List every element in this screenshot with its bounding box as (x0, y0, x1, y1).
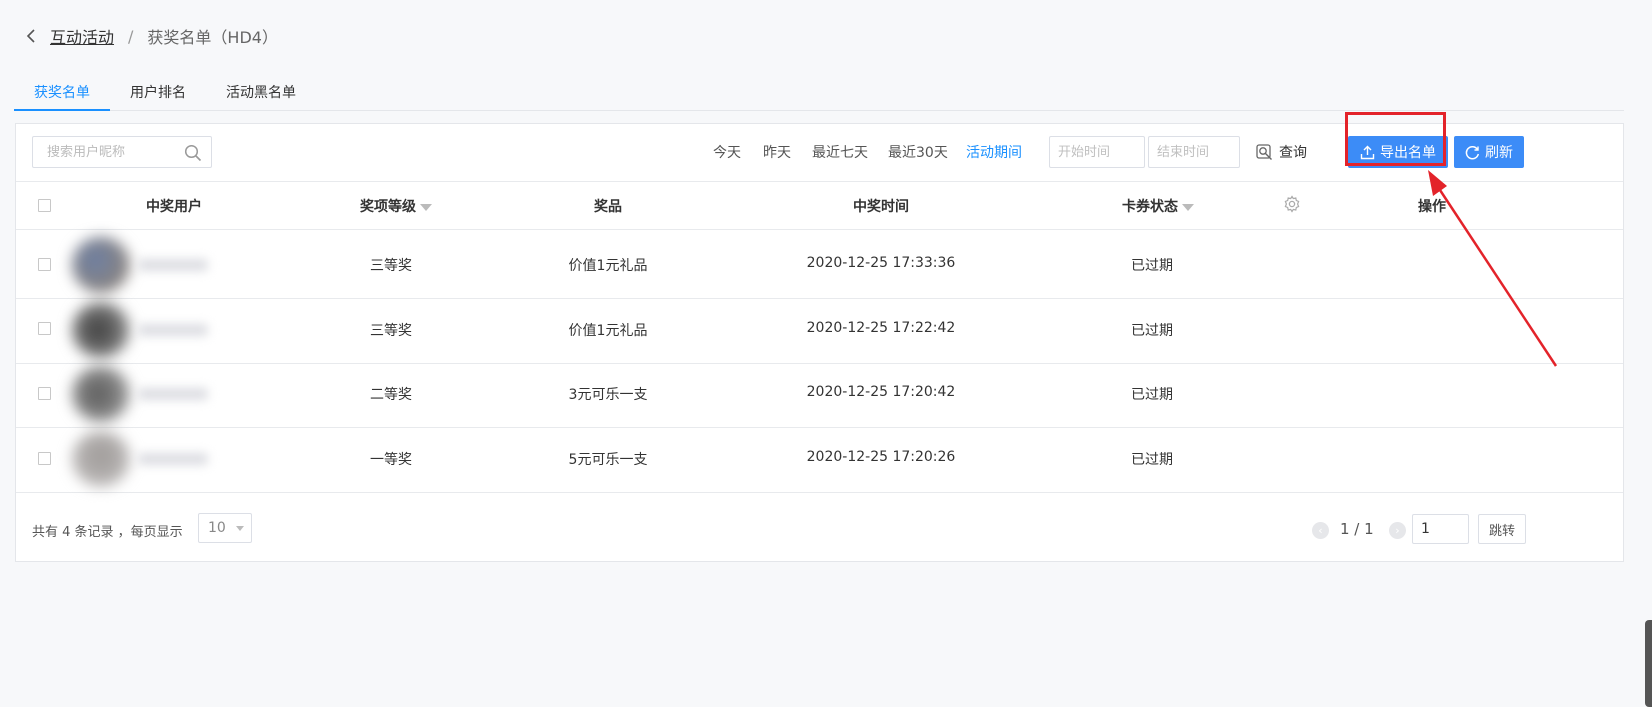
win-time: 2020-12-25 17:22:42 (806, 320, 956, 336)
row-checkbox[interactable] (38, 452, 51, 465)
table-header: 中奖用户 奖项等级 奖品 中奖时间 卡券状态 操作 (16, 182, 1623, 230)
header-actions: 操作 (1418, 199, 1446, 215)
record-count: 共有 4 条记录 ，每页显示 (32, 525, 183, 540)
header-time: 中奖时间 (853, 199, 909, 215)
breadcrumb-parent-link[interactable]: 互动活动 (50, 24, 114, 48)
header-user: 中奖用户 (146, 199, 202, 215)
header-level-label: 奖项等级 (360, 199, 416, 215)
prize-level: 二等奖 (370, 387, 412, 403)
table-row: 三等奖 价值1元礼品 2020-12-25 17:33:36 已过期 (16, 231, 1623, 299)
tab-bar: 获奖名单 用户排名 活动黑名单 (14, 78, 1624, 111)
win-time: 2020-12-25 17:33:36 (806, 255, 956, 271)
start-date-input[interactable] (1049, 136, 1145, 168)
tab-winner-list[interactable]: 获奖名单 (14, 78, 110, 111)
refresh-icon (1465, 145, 1480, 159)
avatar (72, 431, 130, 487)
range-yesterday[interactable]: 昨天 (763, 142, 791, 162)
query-search-icon (1256, 143, 1272, 160)
sort-caret-icon[interactable] (1182, 203, 1194, 211)
tab-user-ranking[interactable]: 用户排名 (110, 78, 206, 111)
prev-page-icon[interactable]: ‹ (1312, 522, 1329, 539)
range-today[interactable]: 今天 (713, 142, 741, 162)
coupon-status: 已过期 (1131, 452, 1173, 468)
avatar (72, 366, 130, 422)
row-checkbox[interactable] (38, 387, 51, 400)
refresh-button[interactable]: 刷新 (1454, 136, 1524, 168)
win-time: 2020-12-25 17:20:26 (806, 449, 956, 465)
chevron-down-icon (236, 526, 244, 531)
window-edge (1645, 620, 1652, 707)
jump-button[interactable]: 跳转 (1478, 514, 1526, 544)
next-page-icon[interactable]: › (1389, 522, 1406, 539)
gear-icon[interactable] (1282, 195, 1302, 217)
row-checkbox[interactable] (38, 322, 51, 335)
pagination-footer: 共有 4 条记录 ，每页显示 10 ‹ 1 / 1 › 跳转 (16, 499, 1623, 563)
range-last-30-days[interactable]: 最近30天 (888, 142, 948, 162)
query-button[interactable]: 查询 (1256, 136, 1307, 168)
prize-level: 三等奖 (370, 258, 412, 274)
prize-name: 价值1元礼品 (568, 323, 648, 339)
avatar (72, 302, 130, 358)
header-status[interactable]: 卡券状态 (1108, 196, 1208, 216)
page-number-input[interactable] (1412, 514, 1469, 544)
page-indicator: 1 / 1 (1340, 520, 1374, 538)
blurred-username (138, 259, 208, 271)
prize-level: 三等奖 (370, 323, 412, 339)
blurred-username (138, 324, 208, 336)
page-size-value: 10 (208, 520, 226, 536)
win-time: 2020-12-25 17:20:42 (806, 384, 956, 400)
chevron-left-icon[interactable] (26, 29, 40, 43)
select-all-checkbox[interactable] (38, 199, 51, 212)
winner-list-panel: 今天 昨天 最近七天 最近30天 活动期间 查询 导出名单 刷新 中奖用户 奖项… (15, 123, 1624, 562)
blurred-username (138, 453, 208, 465)
header-level[interactable]: 奖项等级 (346, 196, 446, 216)
prize-level: 一等奖 (370, 452, 412, 468)
header-status-label: 卡券状态 (1122, 199, 1178, 215)
sort-caret-icon[interactable] (420, 203, 432, 211)
row-checkbox[interactable] (38, 258, 51, 271)
breadcrumb-current: 获奖名单（HD4） (147, 28, 278, 47)
prize-name: 3元可乐一支 (568, 387, 648, 403)
avatar (72, 237, 130, 293)
range-last-7-days[interactable]: 最近七天 (812, 142, 868, 162)
prize-name: 5元可乐一支 (568, 452, 648, 468)
tab-blacklist[interactable]: 活动黑名单 (206, 78, 316, 111)
table-row: 三等奖 价值1元礼品 2020-12-25 17:22:42 已过期 (16, 296, 1623, 364)
coupon-status: 已过期 (1131, 387, 1173, 403)
breadcrumb: 互动活动 / 获奖名单（HD4） (26, 24, 278, 48)
annotation-highlight-box (1345, 112, 1446, 166)
blurred-username (138, 388, 208, 400)
search-icon[interactable] (184, 144, 202, 162)
breadcrumb-separator: / (128, 26, 134, 46)
prize-name: 价值1元礼品 (568, 258, 648, 274)
page-size-select[interactable]: 10 (198, 513, 252, 543)
coupon-status: 已过期 (1131, 323, 1173, 339)
table-row: 一等奖 5元可乐一支 2020-12-25 17:20:26 已过期 (16, 425, 1623, 493)
end-date-input[interactable] (1148, 136, 1240, 168)
table-row: 二等奖 3元可乐一支 2020-12-25 17:20:42 已过期 (16, 360, 1623, 428)
query-label: 查询 (1279, 145, 1307, 161)
refresh-label: 刷新 (1485, 145, 1513, 161)
coupon-status: 已过期 (1131, 258, 1173, 274)
range-activity-period[interactable]: 活动期间 (966, 142, 1022, 162)
header-prize: 奖品 (594, 199, 622, 215)
